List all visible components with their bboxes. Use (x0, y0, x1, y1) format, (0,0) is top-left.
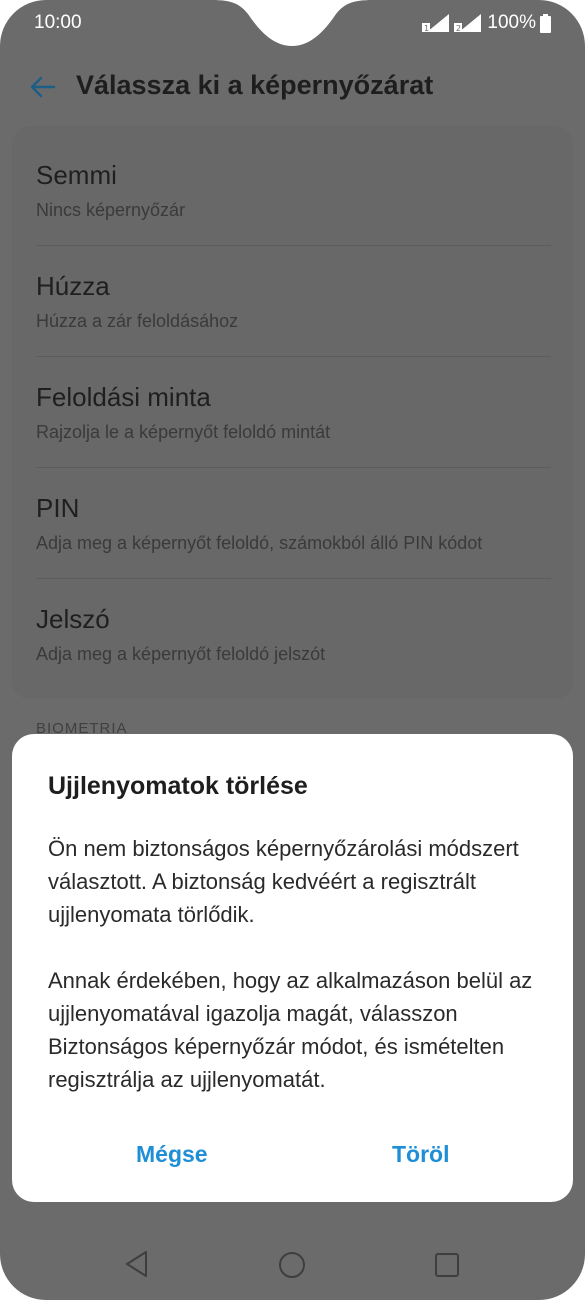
status-icons: 1 2 100% (421, 12, 551, 34)
nav-home-icon[interactable] (278, 1251, 306, 1279)
option-subtitle: Húzza a zár feloldásához (36, 311, 239, 331)
app-header: Válassza ki a képernyőzárat (0, 58, 585, 118)
dialog-title: Ujjlenyomatok törlése (48, 772, 308, 800)
option-subtitle: Nincs képernyőzár (36, 200, 186, 220)
option-title: Húzza (36, 271, 110, 301)
option-none[interactable]: Semmi Nincs képernyőzár (36, 126, 551, 237)
svg-text:2: 2 (456, 24, 461, 32)
dialog-body: Ön nem biztonságos képernyőzárolási móds… (48, 832, 548, 1129)
sim1-signal-icon: 1 (421, 14, 450, 32)
sim2-signal-icon: 2 (453, 14, 482, 32)
dialog-paragraph: Annak érdekében, hogy az alkalmazáson be… (48, 968, 533, 1092)
delete-fingerprints-dialog: Ujjlenyomatok törlése Ön nem biztonságos… (12, 734, 573, 1202)
nav-recent-icon[interactable] (434, 1252, 460, 1278)
svg-text:1: 1 (424, 24, 429, 32)
option-pin[interactable]: PIN Adja meg a képernyőt feloldó, számok… (36, 459, 551, 570)
option-title: Semmi (36, 160, 117, 190)
battery-icon (540, 13, 551, 33)
cancel-button[interactable]: Mégse (136, 1141, 208, 1168)
option-title: Feloldási minta (36, 382, 211, 412)
dialog-paragraph: Ön nem biztonságos képernyőzárolási móds… (48, 836, 519, 927)
lock-options-card: Semmi Nincs képernyőzár Húzza Húzza a zá… (12, 126, 573, 699)
nav-back-icon[interactable] (124, 1249, 150, 1279)
option-subtitle: Rajzolja le a képernyőt feloldó mintát (36, 422, 331, 442)
option-subtitle: Adja meg a képernyőt feloldó, számokból … (36, 533, 483, 553)
status-bar: 10:00 1 2 100% (0, 0, 585, 46)
navigation-bar (0, 1235, 585, 1295)
page-title: Válassza ki a képernyőzárat (76, 70, 434, 100)
battery-percent: 100% (487, 12, 536, 33)
option-title: Jelszó (36, 604, 110, 634)
option-password[interactable]: Jelszó Adja meg a képernyőt feloldó jels… (36, 570, 551, 681)
option-swipe[interactable]: Húzza Húzza a zár feloldásához (36, 237, 551, 348)
option-subtitle: Adja meg a képernyőt feloldó jelszót (36, 644, 326, 664)
phone-screen: 10:00 1 2 100% Válassza ki a képernyőzár… (0, 0, 585, 1300)
option-title: PIN (36, 493, 80, 523)
status-time: 10:00 (34, 12, 82, 33)
option-pattern[interactable]: Feloldási minta Rajzolja le a képernyőt … (36, 348, 551, 459)
arrow-left-icon[interactable] (28, 72, 58, 102)
delete-button[interactable]: Töröl (392, 1141, 450, 1168)
